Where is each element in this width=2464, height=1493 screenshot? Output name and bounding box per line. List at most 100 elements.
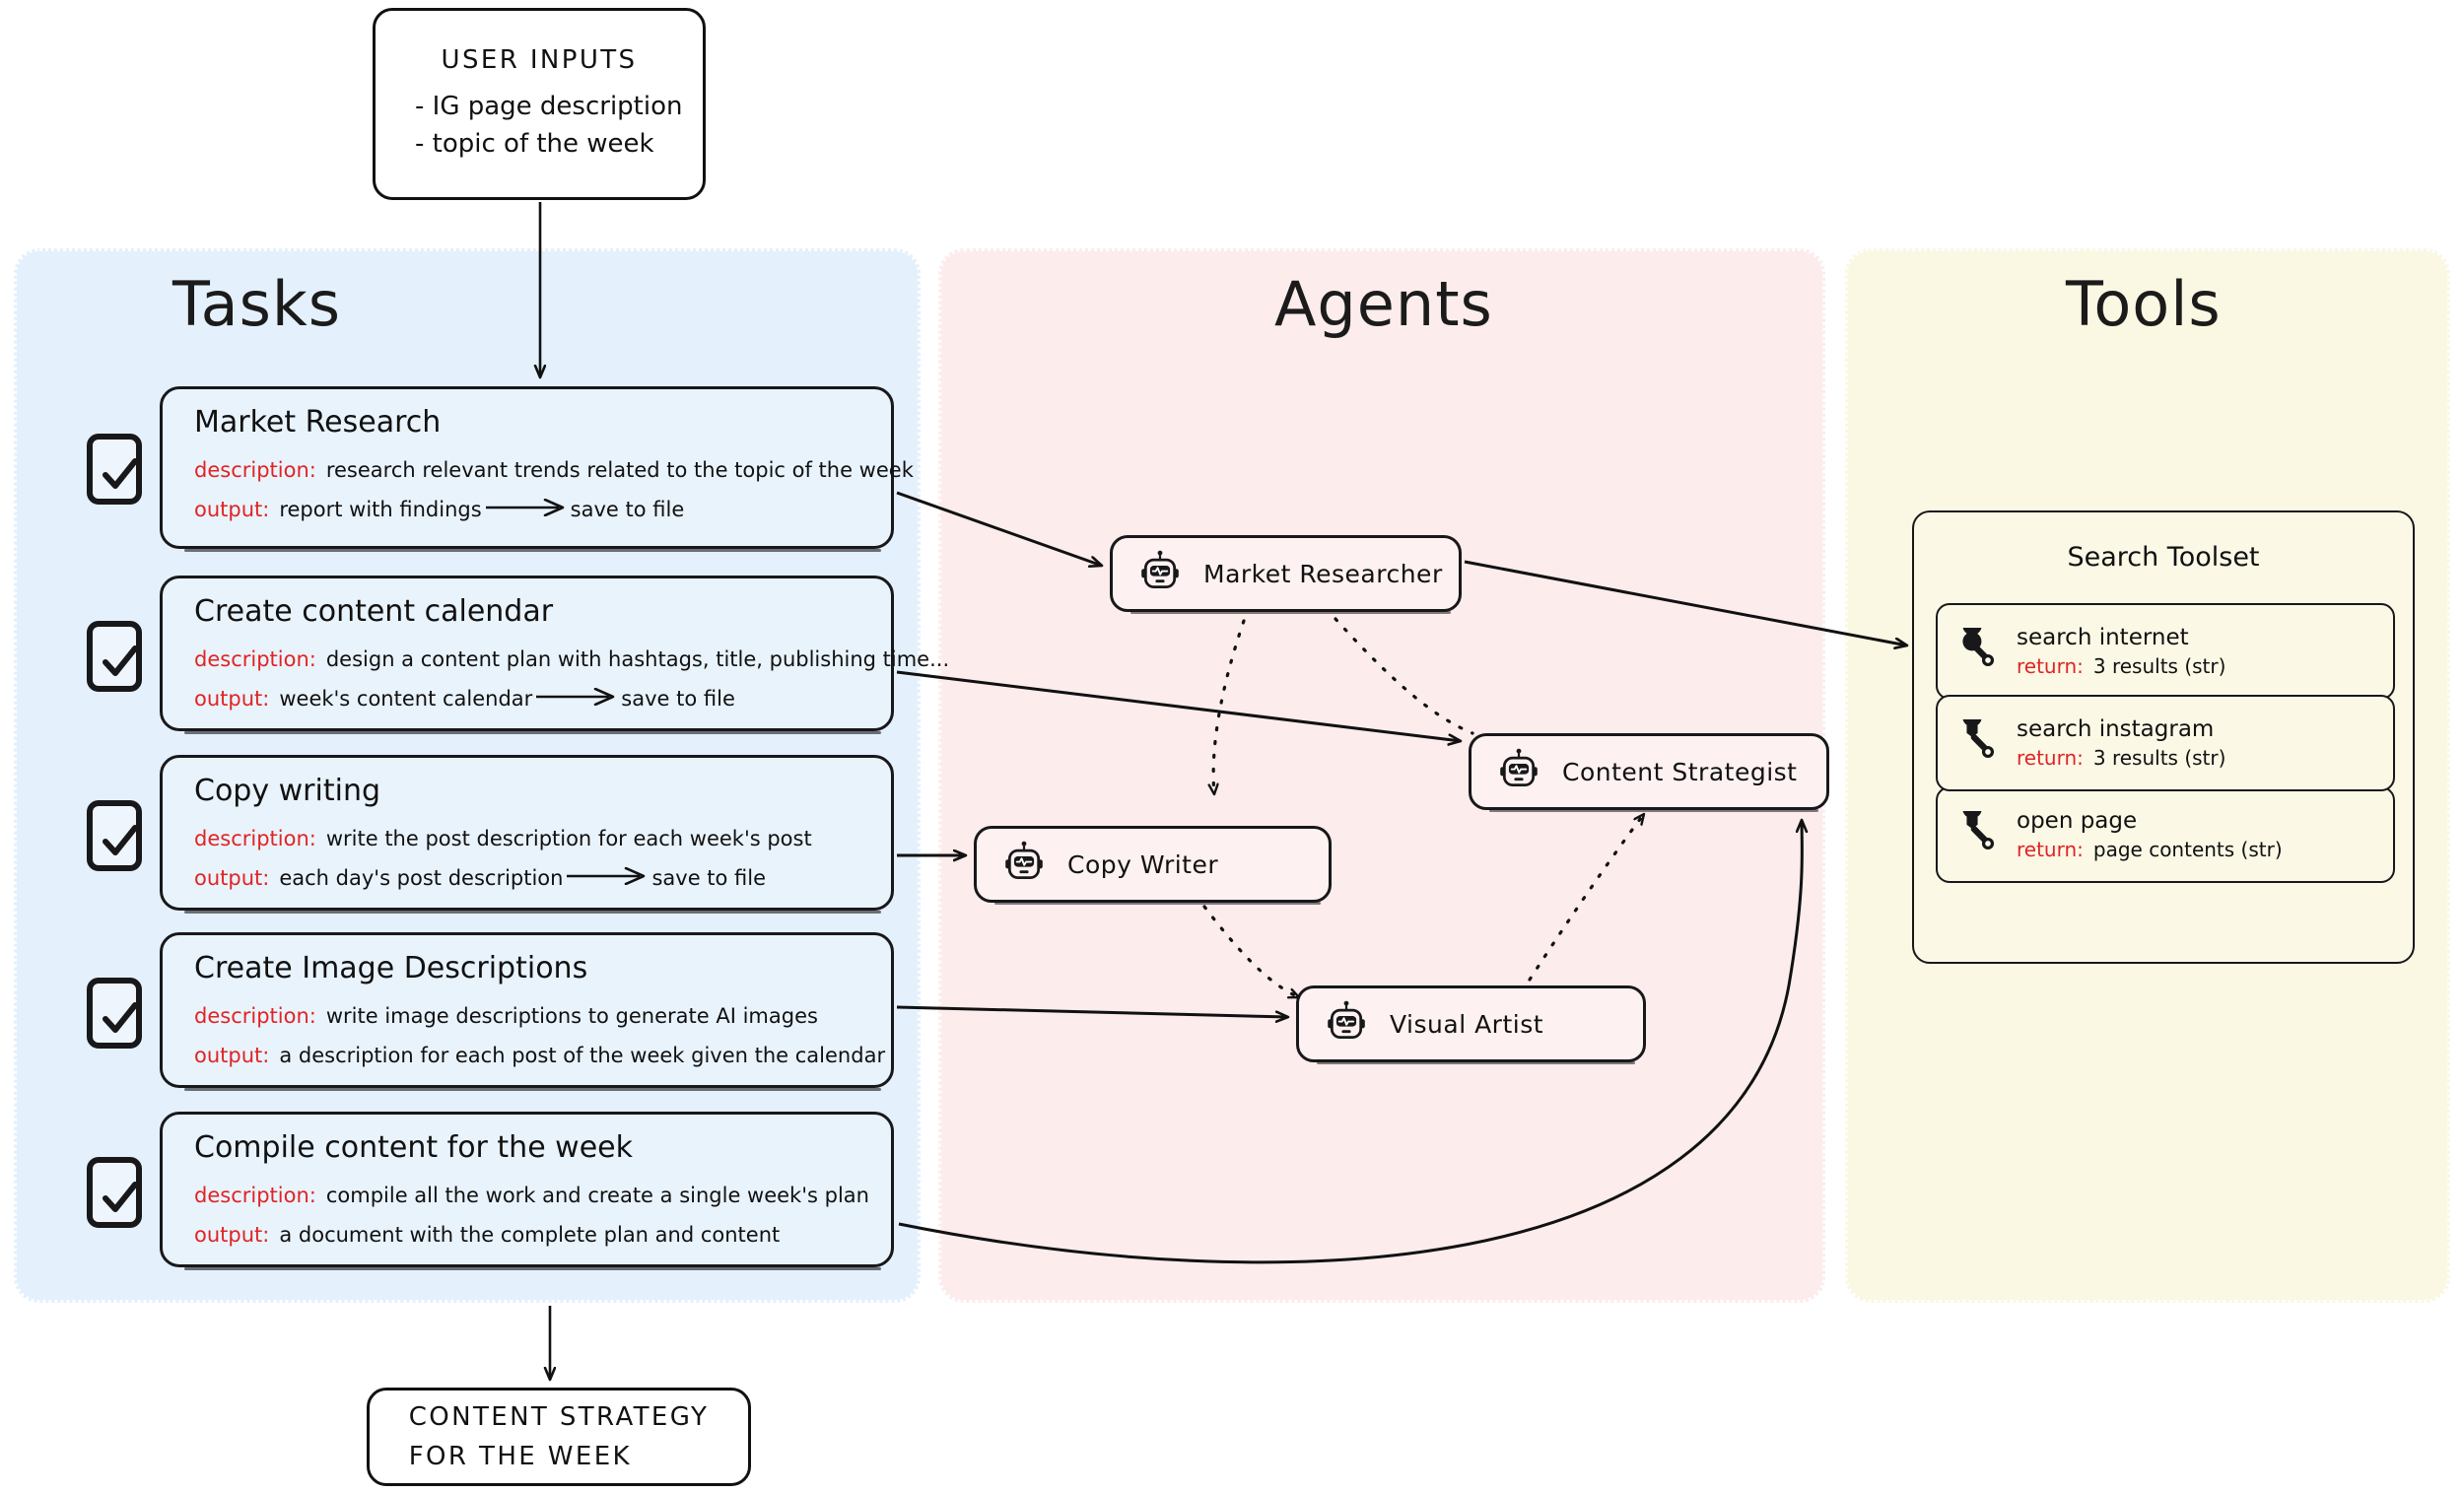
- check-icon: [103, 1002, 138, 1033]
- inline-arrow-icon: [484, 498, 569, 516]
- tool-search-instagram[interactable]: search instagram return: 3 results (str): [1936, 695, 2395, 791]
- task-title: Compile content for the week: [194, 1130, 634, 1165]
- description-label: description:: [194, 1184, 316, 1207]
- output-label: output:: [194, 686, 270, 711]
- tasks-panel-title: Tasks: [172, 268, 342, 340]
- task-output-target: save to file: [570, 497, 685, 521]
- task-title: Create Image Descriptions: [194, 951, 588, 985]
- final-output-line1: CONTENT STRATEGY: [408, 1401, 710, 1432]
- tool-name: open page: [2017, 807, 2138, 834]
- task-description-row: description: write image descriptions to…: [194, 997, 865, 1037]
- search-toolset-box: Search Toolset search internet return: 3 …: [1912, 510, 2415, 964]
- tool-return: page contents (str): [2092, 838, 2283, 862]
- check-icon: [103, 1182, 138, 1212]
- tool-name: search internet: [2017, 624, 2189, 650]
- agent-visual-artist[interactable]: Visual Artist: [1296, 985, 1646, 1064]
- description-label: description:: [194, 647, 316, 671]
- task-checkbox[interactable]: [87, 800, 142, 871]
- return-label: return:: [2017, 746, 2084, 771]
- task-card[interactable]: Market Research description: research re…: [160, 386, 914, 552]
- description-label: description:: [194, 1004, 316, 1028]
- tool-return-row: return: 3 results (str): [2017, 745, 2225, 772]
- agent-name: Copy Writer: [1067, 849, 1219, 879]
- tool-return: 3 results (str): [2092, 654, 2226, 679]
- final-output-line2: FOR THE WEEK: [408, 1442, 632, 1471]
- final-output-box: CONTENT STRATEGY FOR THE WEEK: [367, 1388, 751, 1486]
- diagram-canvas: Tasks Agents Tools USER INPUTS - IG page…: [0, 0, 2464, 1493]
- tool-name: search instagram: [2017, 715, 2215, 742]
- agent-name: Visual Artist: [1390, 1009, 1544, 1039]
- user-input-item: - topic of the week: [415, 128, 654, 159]
- tool-return-row: return: page contents (str): [2017, 837, 2283, 863]
- user-inputs-box: USER INPUTS - IG page description - topi…: [373, 8, 706, 200]
- final-output-text: CONTENT STRATEGY FOR THE WEEK: [409, 1397, 710, 1477]
- wrench-icon: [1955, 707, 1999, 767]
- agent-copy-writer[interactable]: Copy Writer: [974, 826, 1332, 905]
- task-title: Market Research: [194, 405, 442, 440]
- task-output-row: output: a description for each post of t…: [194, 1037, 885, 1076]
- description-label: description:: [194, 458, 316, 482]
- tool-return-row: return: 3 results (str): [2017, 653, 2225, 680]
- task-description: write image descriptions to generate AI …: [325, 1004, 818, 1028]
- tools-panel-title: Tools: [2066, 268, 2222, 340]
- task-description: design a content plan with hashtags, tit…: [325, 647, 950, 671]
- wrench-icon: [1955, 798, 1999, 858]
- inline-arrow-icon: [565, 866, 650, 885]
- agent-content-strategist[interactable]: Content Strategist: [1469, 733, 1829, 812]
- task-output-row: output: week's content calendar save to …: [194, 680, 865, 719]
- robot-icon: [1002, 841, 1046, 888]
- output-label: output:: [194, 1043, 270, 1067]
- task-title: Copy writing: [194, 774, 380, 808]
- robot-icon: [1138, 550, 1182, 597]
- tool-return: 3 results (str): [2092, 746, 2226, 771]
- task-output: report with findings: [279, 497, 482, 521]
- task-description-row: description: compile all the work and cr…: [194, 1177, 869, 1216]
- return-label: return:: [2017, 838, 2084, 862]
- task-checkbox[interactable]: [87, 1157, 142, 1228]
- robot-icon: [1325, 1000, 1368, 1048]
- task-checkbox[interactable]: [87, 434, 142, 505]
- task-card[interactable]: Compile content for the week description…: [160, 1112, 894, 1270]
- output-label: output:: [194, 1222, 270, 1247]
- check-icon: [103, 458, 138, 489]
- task-description: research relevant trends related to the …: [325, 458, 914, 482]
- task-description-row: description: research relevant trends re…: [194, 451, 914, 491]
- output-label: output:: [194, 497, 270, 521]
- task-description: write the post description for each week…: [325, 827, 812, 850]
- agent-name: Market Researcher: [1203, 559, 1443, 588]
- task-output-row: output: each day's post description save…: [194, 859, 865, 899]
- tool-search-internet[interactable]: search internet return: 3 results (str): [1936, 603, 2395, 700]
- task-card[interactable]: Copy writing description: write the post…: [160, 755, 894, 914]
- output-label: output:: [194, 865, 270, 890]
- task-output-row: output: a document with the complete pla…: [194, 1216, 865, 1255]
- agents-panel-title: Agents: [1274, 268, 1493, 340]
- check-icon: [103, 645, 138, 676]
- search-toolset-title: Search Toolset: [2067, 542, 2260, 573]
- task-output: week's content calendar: [279, 686, 533, 711]
- task-checkbox[interactable]: [87, 621, 142, 692]
- task-description: compile all the work and create a single…: [325, 1184, 869, 1207]
- robot-icon: [1497, 748, 1540, 795]
- agent-name: Content Strategist: [1562, 757, 1798, 786]
- user-inputs-title: USER INPUTS: [441, 44, 638, 75]
- task-output: a document with the complete plan and co…: [279, 1222, 781, 1247]
- agent-market-researcher[interactable]: Market Researcher: [1110, 535, 1462, 614]
- task-checkbox[interactable]: [87, 978, 142, 1049]
- task-output-row: output: report with findings save to fil…: [194, 491, 865, 530]
- task-output: each day's post description: [279, 865, 564, 890]
- tool-text: search instagram return: 3 results (str): [2017, 714, 2225, 772]
- wrench-icon: [1955, 615, 1999, 675]
- task-card[interactable]: Create Image Descriptions description: w…: [160, 932, 894, 1091]
- task-description-row: description: design a content plan with …: [194, 641, 949, 680]
- task-output-target: save to file: [651, 865, 767, 890]
- tool-text: search internet return: 3 results (str): [2017, 623, 2225, 680]
- check-icon: [103, 825, 138, 855]
- return-label: return:: [2017, 654, 2084, 679]
- description-label: description:: [194, 827, 316, 850]
- tool-text: open page return: page contents (str): [2017, 806, 2283, 863]
- user-input-item: - IG page description: [415, 91, 683, 121]
- task-description-row: description: write the post description …: [194, 820, 865, 859]
- task-output-target: save to file: [621, 686, 735, 711]
- task-card[interactable]: Create content calendar description: des…: [160, 576, 949, 734]
- tool-open-page[interactable]: open page return: page contents (str): [1936, 786, 2395, 883]
